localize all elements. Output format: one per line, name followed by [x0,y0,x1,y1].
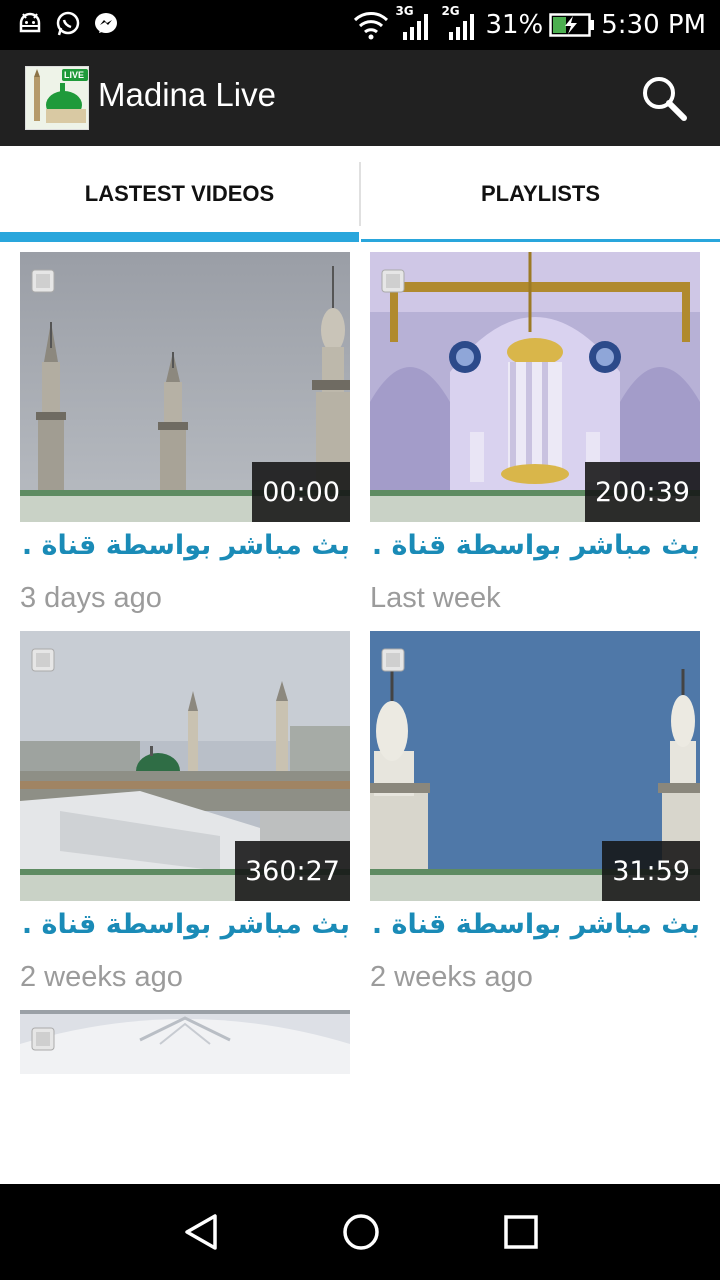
tab-playlists[interactable]: PLAYLISTS [361,146,720,242]
video-thumbnail[interactable]: 360:27 [20,631,350,901]
video-title[interactable]: بث مباشر بواسطة قناة ... [20,909,350,953]
search-button[interactable] [636,70,692,126]
video-duration: 360:27 [235,841,350,901]
tab-label: LASTEST VIDEOS [84,181,275,206]
wifi-icon [354,12,389,40]
video-thumbnail[interactable]: 00:00 [20,252,350,522]
video-duration: 31:59 [602,841,700,901]
video-title[interactable]: بث مباشر بواسطة قناة ... [370,530,700,574]
logo-live-badge: LIVE [64,70,84,80]
video-title[interactable]: بث مباشر بواسطة قناة ... [20,530,350,574]
video-duration: 200:39 [585,462,700,522]
home-button[interactable] [337,1208,385,1256]
status-bar: 3G 2G 31% 5:30 PM [0,0,720,50]
tab-latest-videos[interactable]: LASTEST VIDEOS [0,146,359,242]
signal-2g-icon: 2G [439,4,479,42]
app-bar: LIVE Madina Live [0,50,720,146]
messenger-icon [92,10,120,38]
video-duration: 00:00 [252,462,350,522]
video-thumbnail[interactable]: 31:59 [370,631,700,901]
navigation-bar [0,1184,720,1280]
back-icon [185,1214,217,1250]
video-date: 2 weeks ago [370,961,533,993]
home-icon [343,1214,379,1250]
tab-label: PLAYLISTS [481,181,600,206]
recents-icon [504,1215,538,1249]
notification-icons [16,10,120,38]
video-card[interactable] [20,1010,350,1074]
android-debug-icon [16,10,44,38]
app-logo: LIVE [25,66,89,130]
signal-3g-icon: 3G [395,4,433,42]
video-thumbnail[interactable]: 200:39 [370,252,700,522]
tab-selected-indicator [0,232,359,242]
app-title: Madina Live [98,76,276,113]
back-button[interactable] [177,1208,225,1256]
video-date: Last week [370,582,501,614]
video-date: 3 days ago [20,582,162,614]
recents-button[interactable] [497,1208,545,1256]
video-thumbnail[interactable] [20,1010,350,1074]
battery-percent: 31% [485,10,544,40]
tab-bar: LASTEST VIDEOS PLAYLISTS [0,146,720,242]
battery-charging-icon [549,13,595,37]
clock: 5:30 PM [601,10,706,40]
video-title[interactable]: بث مباشر بواسطة قناة ... [370,909,700,953]
system-indicators: 3G 2G 31% 5:30 PM [353,4,706,42]
whatsapp-icon [54,10,82,38]
search-icon [643,77,687,121]
video-date: 2 weeks ago [20,961,183,993]
tab-underline [361,239,720,242]
